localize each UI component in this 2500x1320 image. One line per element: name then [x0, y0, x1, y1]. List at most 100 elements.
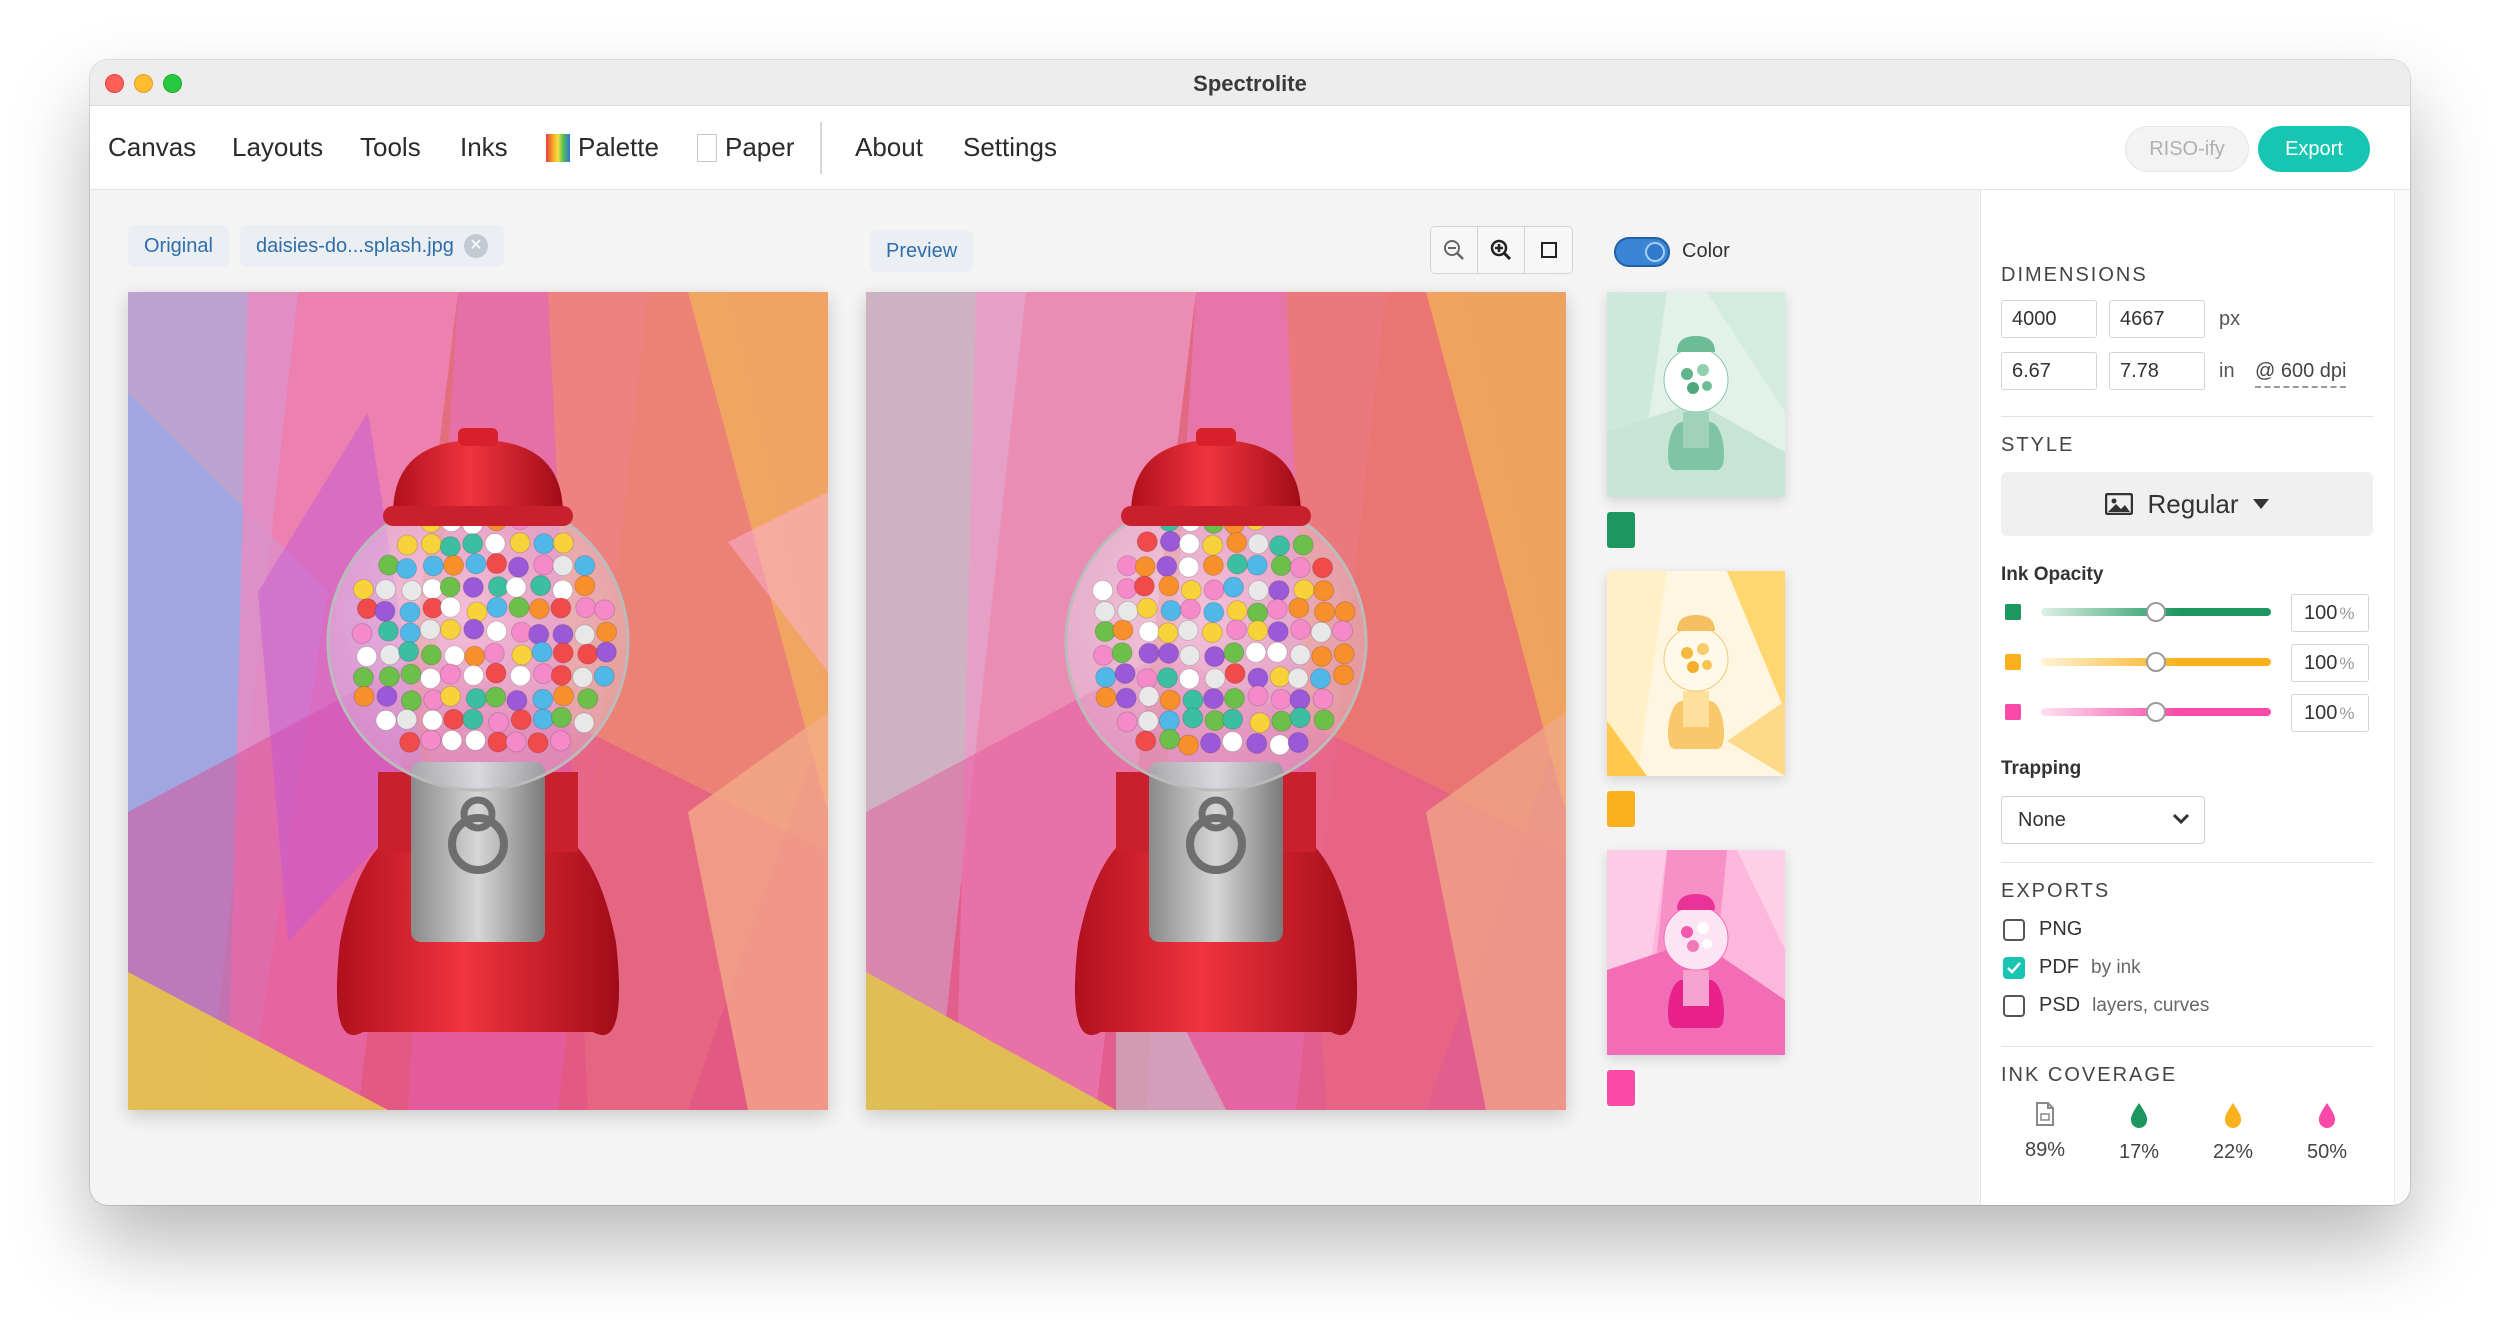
menu-paper-label: Paper	[725, 132, 795, 162]
width-px-input[interactable]: 4000	[2001, 300, 2097, 338]
fit-to-screen-button[interactable]	[1525, 227, 1572, 273]
gumball	[420, 667, 442, 689]
gumball	[1245, 641, 1267, 663]
gumball	[552, 579, 574, 601]
gumball	[532, 688, 554, 710]
gumball	[528, 598, 550, 620]
green-ink-swatch-small	[2005, 604, 2021, 620]
gumball	[439, 536, 461, 558]
gumball	[1246, 554, 1268, 576]
menu-settings[interactable]: Settings	[963, 132, 1057, 163]
export-psd-row[interactable]: PSD layers, curves	[2003, 994, 2209, 1017]
gumball	[1133, 575, 1155, 597]
color-toggle[interactable]	[1614, 237, 1670, 267]
gumball	[462, 708, 484, 730]
menu-inks[interactable]: Inks	[460, 132, 508, 163]
pdf-checkbox[interactable]	[2003, 956, 2025, 979]
yellow-opacity-unit: %	[2339, 654, 2355, 673]
yellow-ink-swatch[interactable]	[1607, 791, 1635, 827]
yellow-ink-thumbnail[interactable]	[1607, 571, 1785, 776]
gumball	[1246, 732, 1268, 754]
width-in-input[interactable]: 6.67	[2001, 352, 2097, 390]
psd-label: PSD	[2039, 994, 2081, 1016]
green-opacity-knob[interactable]	[2146, 602, 2166, 622]
preview-image	[866, 292, 1566, 1110]
psd-sublabel: layers, curves	[2092, 994, 2210, 1016]
height-in-input[interactable]: 7.78	[2109, 352, 2205, 390]
pink-opacity-knob[interactable]	[2146, 702, 2166, 722]
psd-checkbox[interactable]	[2003, 994, 2025, 1017]
gumball	[1312, 557, 1334, 579]
gumball	[1287, 732, 1309, 754]
menu-paper[interactable]: Paper	[697, 132, 794, 163]
gumball	[1092, 580, 1114, 602]
green-ink-swatch[interactable]	[1607, 512, 1635, 548]
zoom-out-icon	[1444, 240, 1464, 260]
pink-ink-swatch[interactable]	[1607, 1070, 1635, 1106]
menu-about[interactable]: About	[855, 132, 923, 163]
green-ink-thumbnail[interactable]	[1607, 292, 1785, 497]
trapping-select[interactable]: None	[2001, 796, 2205, 844]
px-unit-label: px	[2219, 308, 2241, 330]
green-drop-icon	[2130, 1103, 2148, 1128]
gumball	[1313, 709, 1335, 731]
gumball	[439, 618, 461, 640]
gumball	[1202, 534, 1224, 556]
gumball	[465, 553, 487, 575]
menu-canvas[interactable]: Canvas	[108, 132, 196, 163]
gumball	[1271, 710, 1293, 732]
png-checkbox[interactable]	[2003, 918, 2025, 941]
gumball	[378, 554, 400, 576]
gumball	[396, 534, 418, 556]
pink-opacity-input[interactable]: 100%	[2291, 694, 2369, 732]
gumball	[1135, 730, 1157, 752]
gumball	[595, 621, 617, 643]
export-png-row[interactable]: PNG	[2003, 918, 2082, 941]
gumball	[1204, 646, 1226, 668]
gumball	[1178, 533, 1200, 555]
color-toggle-knob	[1645, 242, 1665, 262]
gumball	[395, 558, 417, 580]
zoom-out-button[interactable]	[1431, 227, 1478, 273]
gumball	[1247, 580, 1269, 602]
pink-opacity-value: 100	[2304, 702, 2338, 724]
export-button[interactable]: Export	[2258, 126, 2370, 172]
yellow-opacity-knob[interactable]	[2146, 652, 2166, 672]
zoom-in-button[interactable]	[1478, 227, 1525, 273]
gumball	[1201, 621, 1223, 643]
gumball	[1157, 622, 1179, 644]
sidebar-scrollbar[interactable]	[2394, 190, 2410, 1205]
tab-original[interactable]: Original	[128, 225, 229, 267]
green-opacity-input[interactable]: 100%	[2291, 594, 2369, 632]
riso-ify-button[interactable]: RISO-ify	[2125, 126, 2249, 172]
ink-opacity-row: 100%	[2001, 694, 2373, 734]
yellow-opacity-input[interactable]: 100%	[2291, 644, 2369, 682]
gumball	[1095, 686, 1117, 708]
exports-title: EXPORTS	[2001, 880, 2111, 902]
pink-ink-thumbnail[interactable]	[1607, 850, 1785, 1055]
gumball	[486, 596, 508, 618]
gumball	[1204, 709, 1226, 731]
in-unit-label: in	[2219, 360, 2235, 382]
gumball	[1092, 644, 1114, 666]
image-icon	[2105, 493, 2134, 515]
dpi-selector[interactable]: @ 600 dpi	[2255, 360, 2347, 388]
gumball	[1094, 601, 1116, 623]
gumball	[505, 731, 527, 753]
gumball	[1332, 620, 1354, 642]
menu-palette[interactable]: Palette	[546, 132, 659, 163]
style-dropdown[interactable]: Regular	[2001, 472, 2373, 536]
gumball	[509, 532, 531, 554]
gumball	[465, 688, 487, 710]
gumball	[1138, 642, 1160, 664]
caret-down-icon	[2252, 499, 2269, 509]
gumball	[1314, 601, 1336, 623]
export-pdf-row[interactable]: PDF by ink	[2003, 956, 2141, 979]
tab-preview: Preview	[870, 230, 974, 272]
gumball	[1179, 598, 1201, 620]
menu-layouts[interactable]: Layouts	[232, 132, 323, 163]
gumball	[375, 709, 397, 731]
height-px-input[interactable]: 4667	[2109, 300, 2205, 338]
remove-file-icon[interactable]: ✕	[463, 234, 488, 258]
menu-tools[interactable]: Tools	[360, 132, 421, 163]
